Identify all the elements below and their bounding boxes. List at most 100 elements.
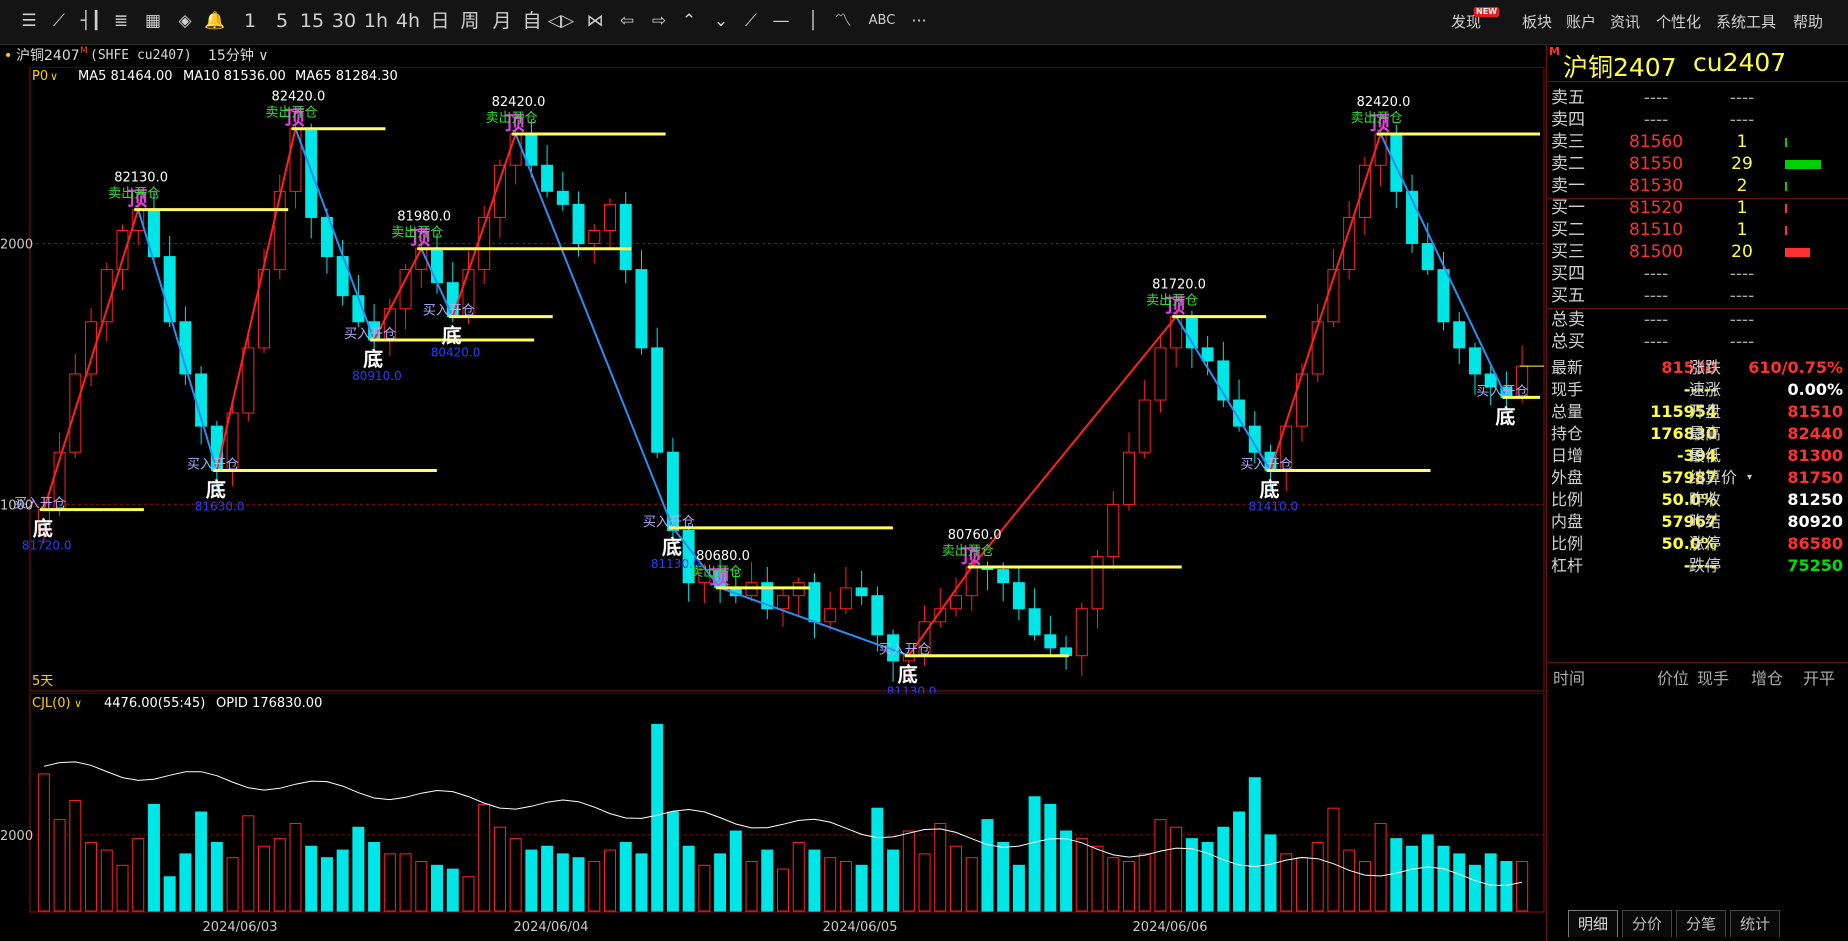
volume-bar xyxy=(1390,838,1403,912)
volume-bar xyxy=(1012,864,1025,912)
hline-tool-icon[interactable]: — xyxy=(768,8,794,34)
date-tick: 2024/06/03 xyxy=(203,920,278,935)
candle-body xyxy=(871,595,884,636)
up-icon[interactable]: ⌃ xyxy=(676,8,702,34)
menu-personalize[interactable]: 个性化 xyxy=(1656,10,1701,34)
volume-bar xyxy=(619,841,632,912)
left-icon[interactable]: ⇦ xyxy=(614,8,640,34)
right-icon[interactable]: ⇨ xyxy=(646,8,672,34)
main-contract-mark: M xyxy=(1549,45,1560,58)
chevron-down-icon[interactable]: ∨ xyxy=(50,70,58,83)
period-5[interactable]: 4h xyxy=(394,8,422,34)
candle-body xyxy=(1201,347,1214,362)
period-6[interactable]: 日 xyxy=(426,8,454,34)
candle-body xyxy=(336,256,349,297)
period-3[interactable]: 30 xyxy=(330,8,358,34)
chevron-down-icon[interactable]: ∨ xyxy=(74,697,82,710)
candle-body xyxy=(1075,608,1088,657)
volume-bar xyxy=(163,876,176,912)
buy-open-label: 买入开仓 xyxy=(1241,457,1293,472)
candle-body xyxy=(541,164,554,192)
volume-bar xyxy=(100,849,113,912)
quote-code: cu2407 xyxy=(1693,48,1787,77)
volume-bar xyxy=(588,861,601,912)
toolbar: ☰ ⟋ ┤┃ ≣ ▦ ◈ 🔔 1 5 15 30 1h 4h 日周月自 ◁▷ ⋈ ⇦ ⇨ ⌃ ⌄ ⟋ — │ 〽 ABC ··… xyxy=(0,0,1848,45)
network-icon[interactable]: ◈ xyxy=(172,8,198,34)
vline-tool-icon[interactable]: │ xyxy=(800,8,826,34)
bottom-price-label: 80910.0 xyxy=(352,369,402,383)
period-7[interactable]: 周 xyxy=(456,8,484,34)
kline-chart[interactable]: 20001000底买入开仓顶卖出开仓底买入开仓顶卖出开仓底买入开仓顶卖出开仓底买… xyxy=(0,67,1546,693)
candle-body xyxy=(1453,321,1466,349)
menu-icon[interactable]: ☰ xyxy=(16,8,42,34)
bottom-marker: 底 xyxy=(442,324,462,348)
volume-bar xyxy=(352,826,365,912)
bell-icon[interactable]: 🔔 xyxy=(202,8,228,34)
period-9[interactable]: 自 xyxy=(518,8,546,34)
volume-bar xyxy=(997,841,1010,912)
volume-bar xyxy=(1248,777,1261,912)
menu-news[interactable]: 资讯 xyxy=(1610,10,1640,34)
volume-y-tick: 2000 xyxy=(0,829,33,844)
book-row: 买五 ---- ---- xyxy=(1547,283,1848,309)
book-price: ---- xyxy=(1643,286,1669,306)
instrument-info-bar: • 沪铜2407 M (SHFE cu2407) 15分钟 ∨ xyxy=(0,45,1540,67)
opid-value: OPID 176830.00 xyxy=(216,696,322,711)
candle-body xyxy=(1122,451,1135,505)
candle-body xyxy=(949,595,962,610)
candle-icon[interactable]: ┤┃ xyxy=(78,8,104,34)
menu-system-tools[interactable]: 系统工具 xyxy=(1716,10,1776,34)
candle-body xyxy=(824,608,837,623)
wave-tool-icon[interactable]: 〽 xyxy=(830,8,856,34)
candle-body xyxy=(525,133,538,166)
line-chart-icon[interactable]: ⟋ xyxy=(46,8,72,34)
book-row: 总买 ---- ---- xyxy=(1547,329,1848,355)
tab-tick[interactable]: 分笔 xyxy=(1676,910,1726,937)
menu-help[interactable]: 帮助 xyxy=(1793,10,1823,34)
more-tools-button[interactable]: ··· xyxy=(904,8,934,34)
volume-bar xyxy=(682,845,695,912)
buy-open-label: 买入开仓 xyxy=(1476,384,1528,399)
tab-detail[interactable]: 明细 xyxy=(1568,910,1618,937)
line-tool-icon[interactable]: ⟋ xyxy=(738,8,764,34)
sell-open-label: 卖出开仓 xyxy=(486,111,538,126)
tab-price-distribution[interactable]: 分价 xyxy=(1622,910,1672,937)
period-0[interactable]: 1 xyxy=(236,8,264,34)
candle-body xyxy=(1044,634,1057,649)
candle-body xyxy=(273,190,286,271)
sell-open-label: 卖出开仓 xyxy=(391,226,443,241)
period-selector[interactable]: 15分钟 ∨ xyxy=(208,45,269,67)
period-8[interactable]: 月 xyxy=(488,8,516,34)
quote-title: 沪铜2407 xyxy=(1563,53,1677,82)
volume-bar xyxy=(1484,853,1497,912)
period-2[interactable]: 15 xyxy=(298,8,326,34)
candle-body xyxy=(69,373,82,453)
period-1[interactable]: 5 xyxy=(268,8,296,34)
volume-bar xyxy=(446,868,459,912)
down-icon[interactable]: ⌄ xyxy=(708,8,734,34)
volume-chart[interactable]: 2000 CJL(0) ∨ 4476.00(55:45) OPID 176830.00 xyxy=(0,693,1546,913)
instrument-code: (SHFE cu2407) xyxy=(90,48,192,63)
volume-indicator-selector[interactable]: CJL(0) xyxy=(32,696,71,711)
kline-icon[interactable]: ≣ xyxy=(108,8,134,34)
text-tool-button[interactable]: ABC xyxy=(862,8,902,34)
menu-sector[interactable]: 板块 xyxy=(1522,10,1552,34)
grid-icon[interactable]: ▦ xyxy=(140,8,166,34)
volume-value: 4476.00(55:45) xyxy=(104,696,205,711)
date-tick: 2024/06/04 xyxy=(514,920,589,935)
zoom-icon[interactable]: ◁▷ xyxy=(548,8,574,34)
volume-bar xyxy=(541,845,554,912)
new-badge: NEW xyxy=(1474,7,1499,17)
volume-bar xyxy=(1421,834,1434,912)
date-tick: 2024/06/06 xyxy=(1133,920,1208,935)
menu-account[interactable]: 账户 xyxy=(1566,10,1596,34)
period-4[interactable]: 1h xyxy=(362,8,390,34)
volume-bar xyxy=(965,857,978,912)
fit-icon[interactable]: ⋈ xyxy=(582,8,608,34)
volume-bar xyxy=(320,857,333,912)
candle-body xyxy=(619,203,632,271)
tab-statistics[interactable]: 统计 xyxy=(1730,910,1780,937)
indicator-selector[interactable]: P0 xyxy=(32,69,48,84)
bottom-marker: 底 xyxy=(363,347,383,371)
bottom-price-label: 81630.0 xyxy=(195,499,245,513)
